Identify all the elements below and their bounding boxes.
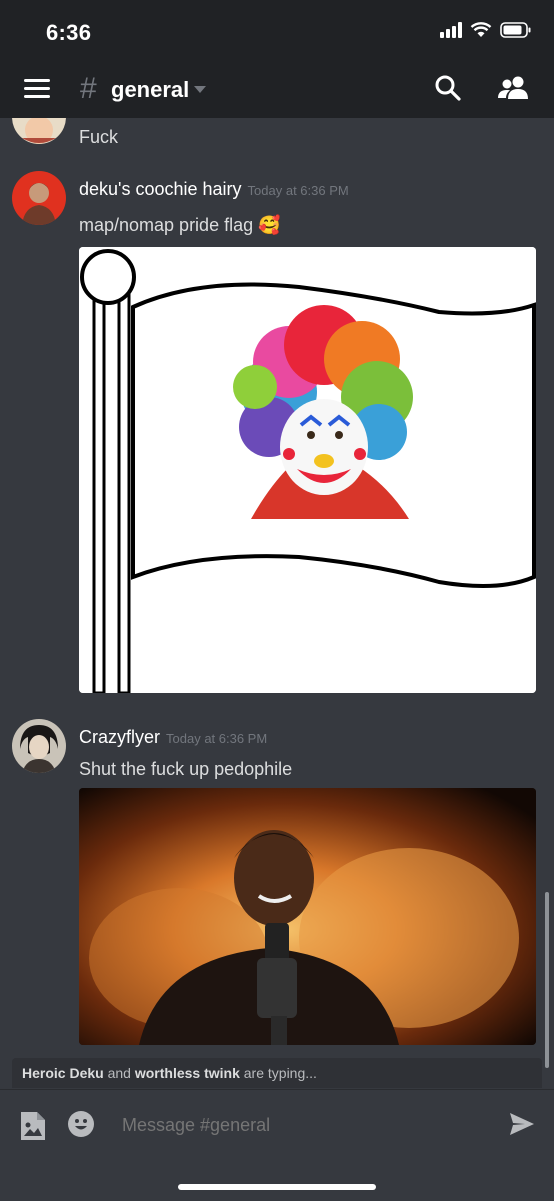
message-timestamp: Today at 6:36 PM bbox=[166, 731, 268, 746]
message-list[interactable]: Fuck deku's coochie hairy Today at 6:36 P… bbox=[0, 118, 554, 1058]
typing-user: Heroic Deku bbox=[22, 1065, 104, 1081]
emoji-icon[interactable] bbox=[67, 1110, 95, 1138]
fire-image bbox=[79, 788, 536, 1045]
wifi-icon bbox=[470, 22, 492, 37]
username-text[interactable]: Crazyflyer bbox=[79, 727, 160, 747]
send-icon[interactable] bbox=[509, 1112, 535, 1136]
status-bar: 6:36 bbox=[0, 0, 554, 62]
avatar[interactable] bbox=[12, 719, 66, 773]
status-time: 6:36 bbox=[46, 20, 92, 45]
home-indicator[interactable] bbox=[178, 1184, 376, 1190]
typing-indicator: Heroic Deku and worthless twink are typi… bbox=[12, 1058, 542, 1088]
typing-suffix: are typing... bbox=[243, 1065, 317, 1081]
search-icon[interactable] bbox=[434, 74, 462, 102]
message-text: Fuck bbox=[79, 127, 119, 147]
image-attachment[interactable] bbox=[79, 788, 536, 1045]
message-timestamp: Today at 6:36 PM bbox=[247, 183, 349, 198]
channel-name[interactable]: general bbox=[111, 77, 189, 103]
message-text: map/nomap pride flag 🥰 bbox=[79, 215, 281, 235]
message-text: Shut the fuck up pedophile bbox=[79, 759, 293, 779]
avatar[interactable] bbox=[12, 118, 66, 144]
scrollbar[interactable] bbox=[545, 892, 549, 1068]
chevron-down-icon[interactable] bbox=[194, 86, 206, 93]
avatar[interactable] bbox=[12, 171, 66, 225]
battery-icon bbox=[500, 22, 531, 38]
image-attachment[interactable] bbox=[79, 247, 536, 693]
message-username[interactable]: deku's coochie hairy Today at 6:36 PM bbox=[79, 179, 349, 200]
image-upload-icon[interactable] bbox=[19, 1110, 47, 1142]
channel-hash-icon: # bbox=[80, 72, 97, 105]
message-username[interactable]: Crazyflyer Today at 6:36 PM bbox=[79, 727, 267, 748]
username-text[interactable]: deku's coochie hairy bbox=[79, 179, 242, 199]
channel-header: # general bbox=[0, 62, 554, 118]
flag-image bbox=[79, 247, 536, 693]
typing-conjunction: and bbox=[107, 1065, 131, 1081]
status-icons bbox=[440, 22, 532, 38]
message-input[interactable] bbox=[120, 1114, 484, 1137]
members-icon[interactable] bbox=[496, 74, 530, 102]
typing-user: worthless twink bbox=[134, 1065, 240, 1081]
signal-icon bbox=[440, 22, 462, 38]
menu-icon[interactable] bbox=[24, 79, 50, 99]
